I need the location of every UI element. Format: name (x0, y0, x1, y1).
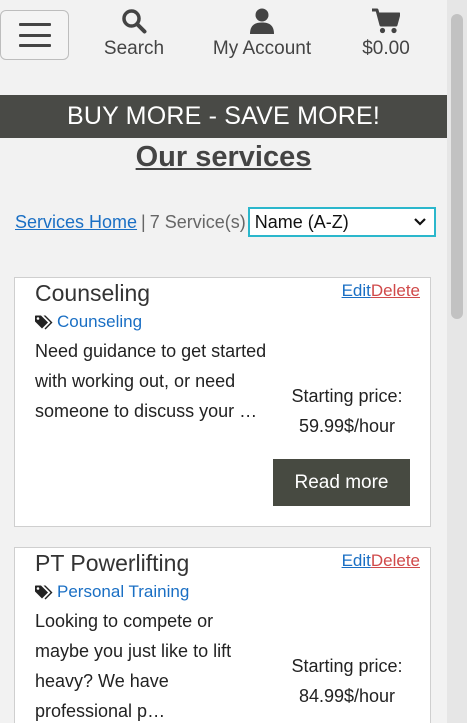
user-icon (250, 6, 274, 36)
page-title: Our services (0, 141, 447, 174)
chevron-down-icon (413, 218, 426, 226)
page-title-text: Our services (135, 141, 312, 173)
cart-icon (372, 6, 400, 36)
sort-selected-value: Name (A-Z) (254, 211, 349, 232)
price-value: 59.99$/hour (298, 416, 396, 436)
service-card: Counseling EditDelete Counseling Need gu… (14, 277, 431, 527)
cart-total: $0.00 (362, 38, 410, 59)
breadcrumb-separator: | (141, 211, 146, 232)
nav-account-label: My Account (212, 38, 312, 59)
service-description: Looking to compete or maybe you just lik… (35, 611, 232, 721)
nav-search-label: Search (103, 38, 165, 59)
price-label: Starting price: (291, 656, 403, 676)
delete-link[interactable]: Delete (371, 281, 420, 300)
page-scrollbar[interactable] (447, 0, 467, 723)
service-admin-actions: EditDelete (342, 281, 420, 301)
service-admin-actions: EditDelete (342, 551, 420, 571)
read-more-button[interactable]: Read more (273, 459, 410, 506)
service-category: Personal Training (35, 582, 189, 602)
nav-cart[interactable]: $0.00 (350, 6, 422, 60)
service-title: Counseling (35, 280, 151, 306)
services-filter-bar: Services Home | 7 Service(s) Name (A-Z) (15, 207, 436, 237)
service-title: PT Powerlifting (35, 550, 190, 576)
services-home-link[interactable]: Services Home (15, 212, 137, 233)
price-label: Starting price: (291, 386, 403, 406)
category-link[interactable]: Counseling (57, 312, 142, 332)
nav-search[interactable]: Search (96, 6, 172, 60)
nav-my-account[interactable]: My Account (204, 6, 320, 60)
price-value: 84.99$/hour (298, 686, 396, 706)
hamburger-icon (18, 23, 51, 47)
service-card: PT Powerlifting EditDelete Personal Trai… (14, 547, 431, 723)
service-price: Starting price: 84.99$/hour (277, 651, 417, 711)
edit-link[interactable]: Edit (342, 281, 371, 300)
service-price: Starting price: 59.99$/hour (277, 381, 417, 441)
tags-icon (35, 585, 53, 599)
top-nav: Search My Account $0.00 (0, 0, 447, 90)
category-link[interactable]: Personal Training (57, 582, 189, 602)
promo-banner: BUY MORE - SAVE MORE! (0, 95, 447, 138)
sort-select[interactable]: Name (A-Z) (247, 207, 436, 237)
service-count: 7 Service(s) (149, 211, 246, 232)
menu-toggle-button[interactable] (0, 10, 69, 60)
search-icon (121, 6, 147, 36)
delete-link[interactable]: Delete (371, 551, 420, 570)
edit-link[interactable]: Edit (342, 551, 371, 570)
tags-icon (35, 315, 53, 329)
scrollbar-thumb[interactable] (451, 14, 463, 319)
service-category: Counseling (35, 312, 142, 332)
service-description: Need guidance to get started with workin… (35, 341, 267, 421)
